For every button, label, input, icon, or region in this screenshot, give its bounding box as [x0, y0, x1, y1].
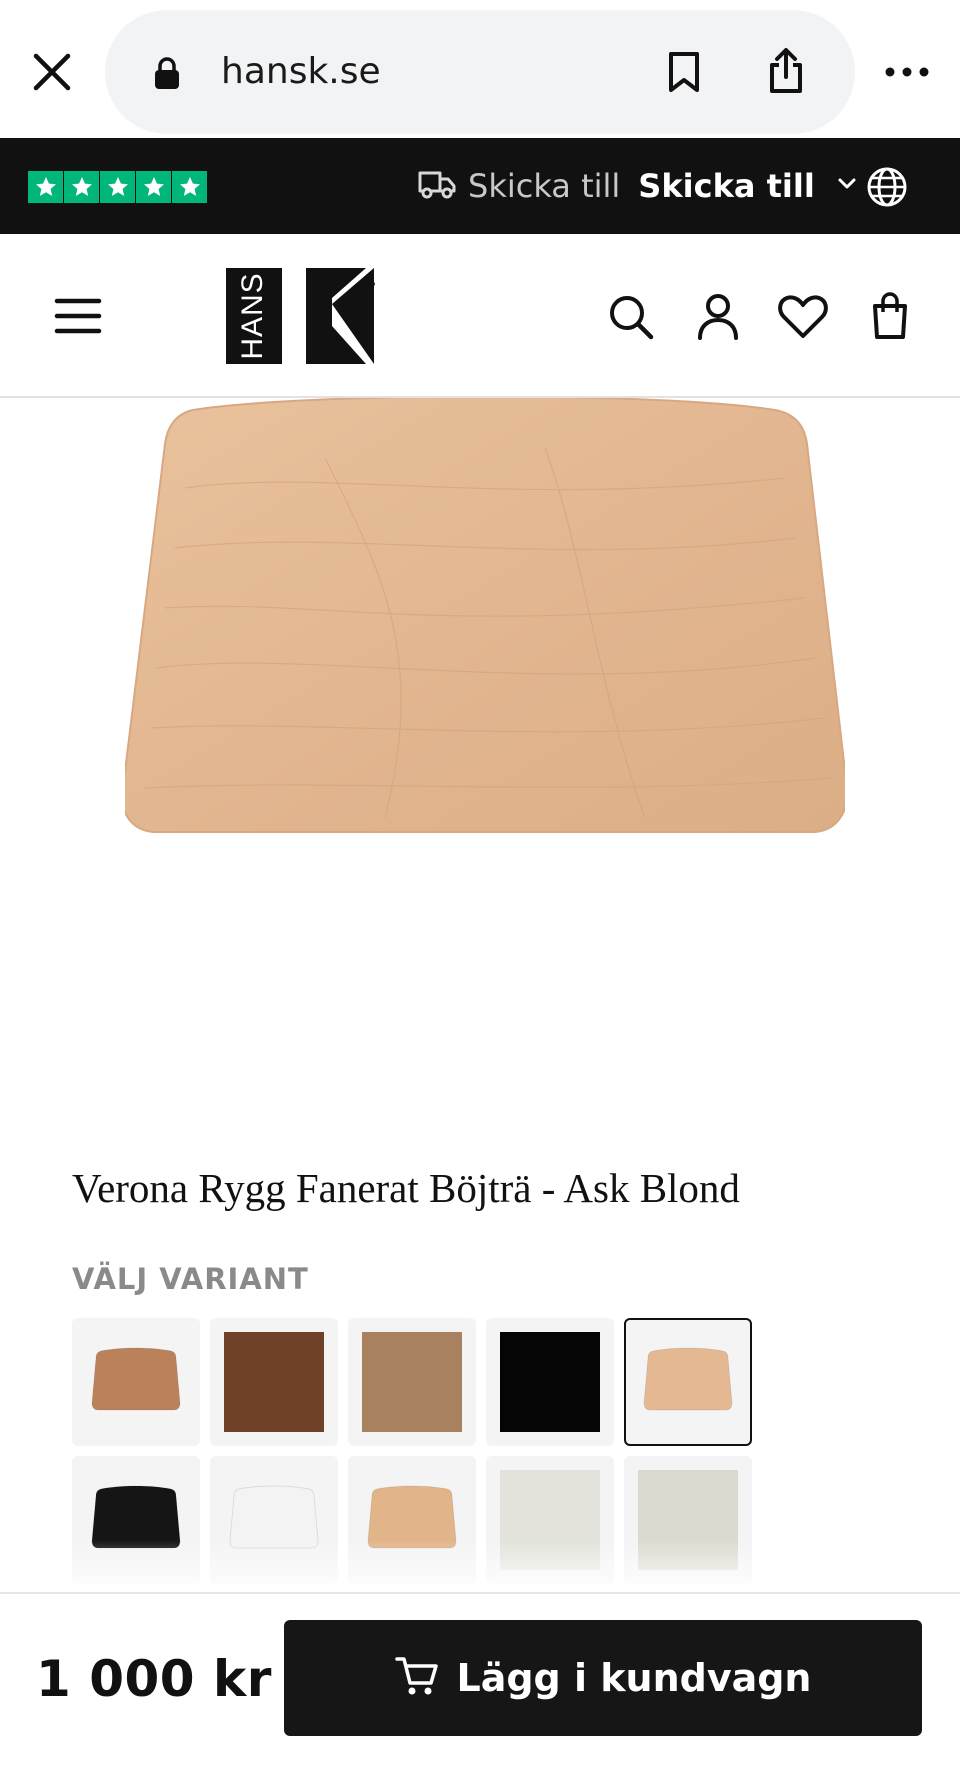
- bottom-bar: 1 000 kr Lägg i kundvagn: [0, 1592, 960, 1774]
- site-header: HANS: [0, 234, 960, 398]
- url-text: hansk.se: [221, 51, 381, 92]
- variant-swatch[interactable]: [210, 1318, 338, 1446]
- hans-k-logo[interactable]: HANS: [226, 268, 376, 364]
- chevron-down-icon: [837, 177, 857, 196]
- star-icon: [64, 171, 99, 203]
- menu-icon[interactable]: [54, 296, 102, 336]
- address-bar[interactable]: hansk.se: [105, 10, 855, 134]
- star-icon: [100, 171, 135, 203]
- promo-bar: Skicka till Skicka till: [0, 138, 960, 234]
- variant-heading: VÄLJ VARIANT: [72, 1262, 309, 1296]
- star-icon: [136, 171, 171, 203]
- ship-to-value: Skicka till: [638, 167, 815, 205]
- truck-icon: [418, 169, 456, 204]
- variant-swatch[interactable]: [72, 1318, 200, 1446]
- search-icon[interactable]: [608, 294, 654, 340]
- bookmark-icon[interactable]: [660, 48, 708, 96]
- product-image[interactable]: [121, 395, 849, 918]
- add-to-cart-label: Lägg i kundvagn: [456, 1656, 812, 1700]
- close-icon[interactable]: [28, 48, 76, 96]
- heart-icon[interactable]: [778, 294, 828, 340]
- product-title: Verona Rygg Fanerat Böjträ - Ask Blond: [72, 1165, 740, 1211]
- add-to-cart-button[interactable]: Lägg i kundvagn: [284, 1620, 922, 1736]
- trustpilot-rating[interactable]: [28, 171, 207, 203]
- star-icon: [172, 171, 207, 203]
- account-icon[interactable]: [696, 292, 740, 340]
- share-icon[interactable]: [761, 44, 811, 98]
- browser-bar: hansk.se: [0, 0, 960, 138]
- variant-swatch[interactable]: [348, 1318, 476, 1446]
- bag-icon[interactable]: [870, 292, 910, 340]
- star-icon: [28, 171, 63, 203]
- lock-icon: [153, 56, 181, 95]
- variant-swatch[interactable]: [624, 1318, 752, 1446]
- more-icon[interactable]: [880, 52, 934, 92]
- variant-swatch[interactable]: [486, 1318, 614, 1446]
- price: 1 000 kr: [36, 1650, 272, 1708]
- ship-to-label: Skicka till: [468, 167, 621, 205]
- globe-icon[interactable]: [866, 166, 908, 208]
- cart-icon: [394, 1655, 439, 1702]
- ship-to-selector[interactable]: Skicka till Skicka till: [418, 138, 857, 234]
- svg-text:HANS: HANS: [236, 272, 269, 359]
- scroll-fade: [0, 1540, 960, 1592]
